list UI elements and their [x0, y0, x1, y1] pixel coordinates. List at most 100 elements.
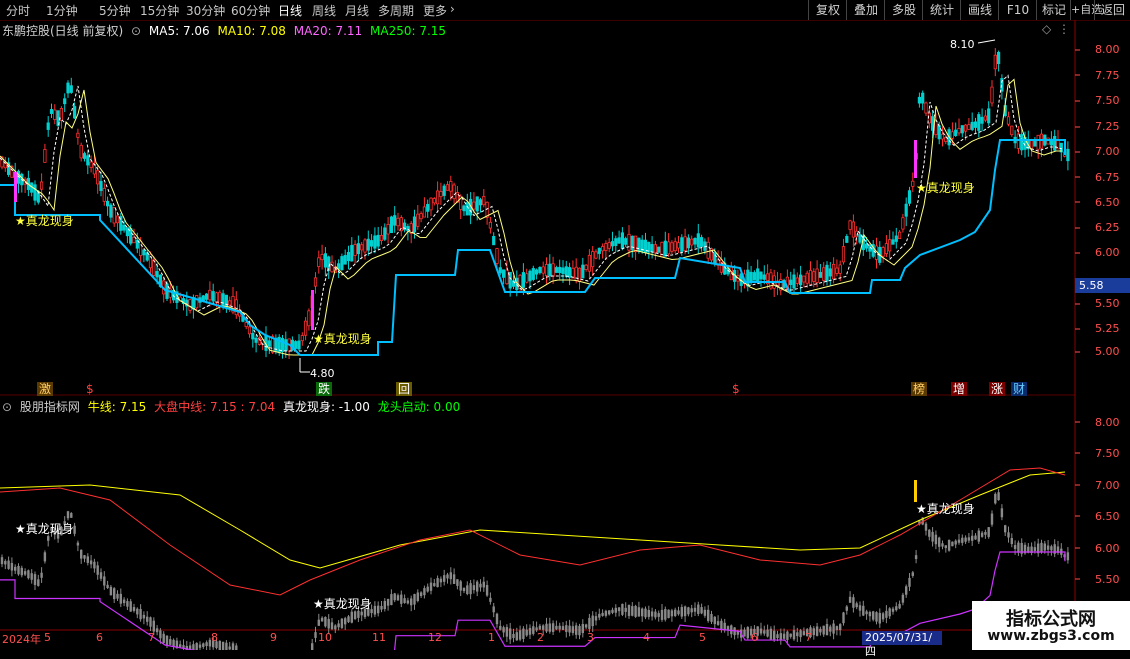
candle-body — [188, 299, 192, 311]
dragon-signal: ★真龙现身 — [15, 214, 74, 228]
candle-body — [465, 202, 469, 216]
candle-body — [631, 606, 634, 616]
event-badge[interactable]: 榜 — [911, 382, 928, 396]
candle-body — [422, 206, 427, 218]
candle-body — [947, 539, 951, 551]
candle-body — [941, 543, 944, 547]
date-tick: 9 — [270, 631, 277, 644]
candle-body — [993, 54, 997, 70]
candle-body — [373, 605, 377, 615]
candle-body — [802, 275, 806, 283]
candle-body — [825, 264, 829, 282]
candle-body — [373, 235, 377, 249]
candle-body — [86, 155, 90, 166]
candle-body — [522, 628, 525, 639]
candle-body — [280, 338, 285, 352]
candle-body — [228, 300, 232, 306]
candle-body — [389, 216, 394, 234]
candle-body — [997, 51, 1001, 65]
candle-body — [565, 625, 568, 632]
candle-body — [492, 236, 496, 246]
candle-body — [521, 272, 526, 288]
candle-body — [808, 270, 813, 285]
candle-body — [937, 125, 941, 140]
candle-body — [584, 264, 588, 270]
candle-body — [707, 609, 710, 621]
candle-body — [967, 537, 971, 541]
candle-body — [103, 576, 106, 586]
dragon-signal: ★真龙现身 — [916, 181, 975, 195]
candle-body — [1066, 552, 1070, 561]
candle-body — [472, 585, 476, 591]
candle-body — [921, 92, 925, 104]
candle-body — [762, 274, 766, 280]
candle-body — [686, 237, 691, 249]
event-badge[interactable]: 增 — [951, 382, 968, 396]
candle-body — [904, 203, 908, 217]
candle-body — [660, 609, 664, 620]
candle-body — [554, 267, 559, 273]
event-badge[interactable]: $ — [84, 382, 96, 396]
candle-body — [763, 630, 766, 634]
candle-body — [426, 203, 430, 212]
candle-body — [112, 207, 116, 224]
candle-body — [192, 644, 195, 650]
candle-body — [815, 626, 819, 636]
candle-body — [674, 609, 677, 616]
candle-body — [505, 627, 509, 637]
candle-body — [984, 531, 987, 535]
candle-body — [482, 581, 485, 588]
candle-body — [485, 585, 489, 596]
candle-body — [841, 246, 846, 263]
candle-body — [601, 612, 604, 616]
candle-body — [330, 261, 334, 273]
y-tick: 7.25 — [1095, 120, 1120, 133]
event-badge[interactable]: 激 — [37, 382, 54, 396]
event-badge[interactable]: 跌 — [316, 382, 333, 396]
candle-body — [555, 625, 558, 630]
candle-body — [650, 244, 654, 252]
candle-body — [369, 240, 374, 247]
candle-body — [512, 633, 515, 638]
candle-body — [73, 106, 77, 119]
event-badge[interactable]: 涨 — [989, 382, 1006, 396]
candle-body — [961, 537, 964, 543]
candle-body — [528, 627, 532, 635]
candle-body — [429, 582, 433, 591]
event-badge[interactable]: $ — [730, 382, 742, 396]
candle-body — [680, 607, 683, 617]
candle-body — [1004, 525, 1007, 533]
candle-body — [1036, 134, 1040, 150]
candle-body — [456, 579, 459, 586]
candle-body — [855, 603, 858, 608]
candle-body — [205, 642, 208, 647]
candle-body — [805, 272, 809, 284]
candle-body — [122, 599, 126, 604]
candle-body — [449, 572, 452, 580]
date-tick: 8 — [211, 631, 218, 644]
candle-body — [891, 239, 895, 245]
candle-body — [842, 612, 845, 624]
kline-chart[interactable] — [0, 0, 1130, 650]
candle-body — [604, 243, 608, 252]
event-badge[interactable]: 财 — [1011, 382, 1028, 396]
candle-body — [37, 579, 40, 586]
candle-body — [320, 617, 324, 622]
candle-body — [317, 257, 321, 267]
candle-body — [706, 241, 710, 259]
candle-body — [93, 561, 96, 569]
candle-body — [400, 594, 403, 604]
candle-body — [544, 264, 549, 276]
candle-body — [314, 632, 317, 638]
candle-body — [119, 593, 122, 604]
candle-body — [23, 571, 27, 575]
candle-body — [825, 624, 829, 636]
date-tick: 2 — [537, 631, 544, 644]
date-tick: 10 — [318, 631, 332, 644]
candle-body — [499, 625, 502, 630]
candle-body — [779, 633, 782, 641]
candle-body — [868, 612, 872, 617]
event-badge[interactable]: 回 — [396, 382, 413, 396]
support-line — [0, 139, 1066, 356]
candle-body — [7, 560, 10, 569]
